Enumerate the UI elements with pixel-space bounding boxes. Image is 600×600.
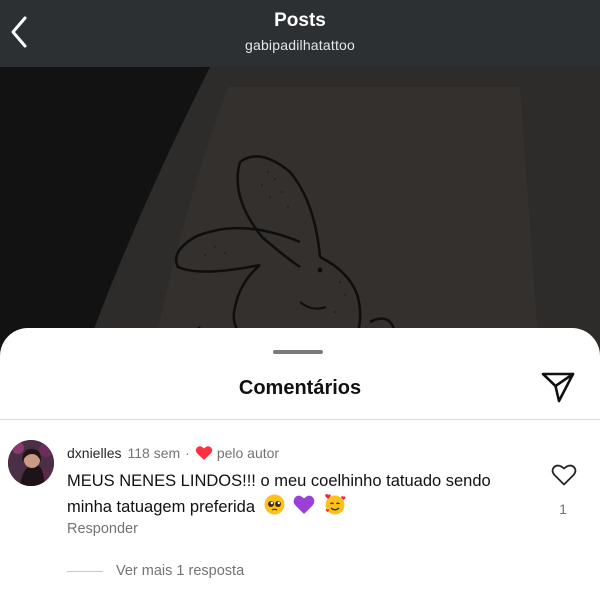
comment-time: 118 sem [127,445,181,461]
purple-heart-emoji [293,494,315,522]
comments-title: Comentários [238,377,362,399]
reply-button[interactable]: Responder [67,521,138,537]
paper-plane-icon [541,372,575,403]
pleading-face-emoji [264,494,285,522]
page-title: Posts [274,10,326,31]
replies-line [67,570,103,572]
sheet-drag-handle[interactable] [273,350,323,354]
comment-body: MEUS NENES LINDOS!!! o meu coelhinho tat… [67,469,507,522]
comment-meta: dxnielles 118 sem · pelo autor [67,445,279,461]
like-comment-button[interactable] [551,463,577,487]
meta-separator: · [185,445,190,461]
author-heart-icon [195,445,213,461]
like-count[interactable]: 1 [553,501,573,517]
top-bar: Posts gabipadilhatattoo [0,0,600,67]
smiling-face-with-hearts-emoji [324,493,347,522]
account-username[interactable]: gabipadilhatattoo [0,37,600,53]
avatar[interactable] [8,440,54,486]
divider [0,419,600,420]
heart-outline-icon [551,464,577,486]
comments-sheet: Comentários dxnielles 118 sem · pelo aut… [0,328,600,600]
view-more-replies-label: Ver mais 1 resposta [116,563,245,579]
share-button[interactable] [538,368,578,406]
comment-username[interactable]: dxnielles [67,445,121,461]
post-image [0,67,600,367]
liked-by-author-label: pelo autor [216,445,280,461]
view-more-replies-button[interactable]: Ver mais 1 resposta [67,563,244,579]
